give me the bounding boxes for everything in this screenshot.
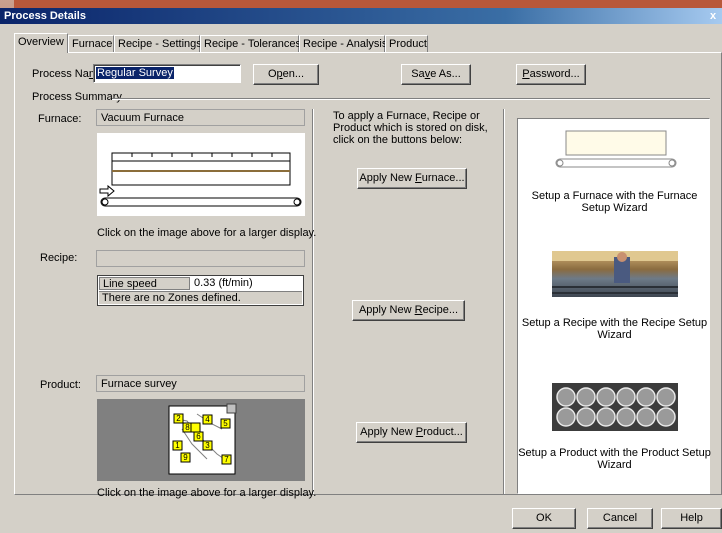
title-bar: Process Details x	[0, 8, 722, 24]
product-caption: Click on the image above for a larger di…	[97, 487, 317, 499]
tab-overview[interactable]: Overview	[14, 33, 68, 53]
column-divider-left	[312, 109, 314, 494]
process-name-input[interactable]: Regular Survey	[93, 64, 241, 83]
probe-1: 1	[175, 441, 180, 450]
ok-button[interactable]: OK	[512, 508, 576, 529]
probe-4: 4	[205, 415, 210, 424]
line-speed-label: Line speed	[99, 277, 190, 290]
furnace-diagram[interactable]	[97, 133, 305, 216]
tab-product[interactable]: Product	[385, 35, 428, 52]
furnace-wizard-image[interactable]	[554, 129, 680, 171]
probe-5: 5	[223, 419, 228, 428]
product-label: Product:	[40, 379, 81, 391]
product-wizard-icon	[556, 387, 676, 427]
process-name-value: Regular Survey	[96, 67, 174, 79]
product-wizard-image[interactable]	[552, 383, 678, 431]
recipe-wizard-text[interactable]: Setup a Recipe with the Recipe Setup Wiz…	[518, 317, 711, 341]
recipe-wizard-image[interactable]	[552, 251, 678, 297]
probe-6: 6	[196, 432, 201, 441]
tab-furnace[interactable]: Furnace	[68, 35, 114, 52]
apply-instructions: To apply a Furnace, Recipe or Product wh…	[333, 110, 488, 146]
probe-8: 8	[185, 423, 190, 432]
process-summary-title: Process Summary	[32, 91, 122, 103]
process-details-dialog: Process Details x Overview Furnace Recip…	[0, 8, 722, 533]
window-title: Process Details	[4, 10, 86, 22]
furnace-caption: Click on the image above for a larger di…	[97, 227, 317, 239]
recipe-summary-table: Line speed 0.33 (ft/min) There are no Zo…	[97, 275, 304, 306]
recipe-name-field	[96, 250, 305, 267]
recipe-label: Recipe:	[40, 252, 78, 264]
furnace-wizard-text[interactable]: Setup a Furnace with the Furnace Setup W…	[518, 190, 711, 214]
product-wizard-text[interactable]: Setup a Product with the Product Setup W…	[518, 447, 711, 471]
furnace-wizard-icon	[555, 130, 677, 168]
tab-recipe-analysis[interactable]: Recipe - Analysis	[299, 35, 387, 52]
furnace-label: Furnace:	[38, 113, 82, 125]
product-diagram[interactable]: 1 2 8 4 5 6 7 9 3	[97, 399, 305, 481]
apply-recipe-button[interactable]: Apply New Recipe...	[352, 300, 465, 321]
probe-3: 3	[205, 441, 210, 450]
furnace-diagram-graphic	[99, 152, 302, 207]
apply-product-button[interactable]: Apply New Product...	[356, 422, 467, 443]
product-name-field: Furnace survey	[96, 375, 305, 392]
no-zones-text: There are no Zones defined.	[99, 291, 302, 304]
wizard-panel: Setup a Furnace with the Furnace Setup W…	[517, 118, 711, 494]
cancel-button[interactable]: Cancel	[587, 508, 653, 529]
column-divider-right	[503, 109, 505, 494]
probe-2: 2	[176, 414, 181, 423]
furnace-name-field: Vacuum Furnace	[96, 109, 305, 126]
apply-furnace-button[interactable]: Apply New Furnace...	[357, 168, 467, 189]
product-diagram-graphic: 1 2 8 4 5 6 7 9 3	[168, 403, 237, 475]
line-speed-value: 0.33 (ft/min)	[194, 277, 253, 289]
password-button[interactable]: Password...	[516, 64, 586, 85]
tab-recipe-settings[interactable]: Recipe - Settings	[114, 35, 202, 52]
summary-divider	[112, 98, 710, 100]
close-icon[interactable]: x	[710, 8, 720, 24]
probe-7: 7	[224, 455, 229, 464]
tab-recipe-tolerances[interactable]: Recipe - Tolerances	[200, 35, 301, 52]
help-button[interactable]: Help	[661, 508, 722, 529]
recipe-wizard-icon	[552, 251, 678, 294]
save-as-button[interactable]: Save As...	[401, 64, 471, 85]
probe-9: 9	[183, 453, 188, 462]
open-button[interactable]: Open...	[253, 64, 319, 85]
